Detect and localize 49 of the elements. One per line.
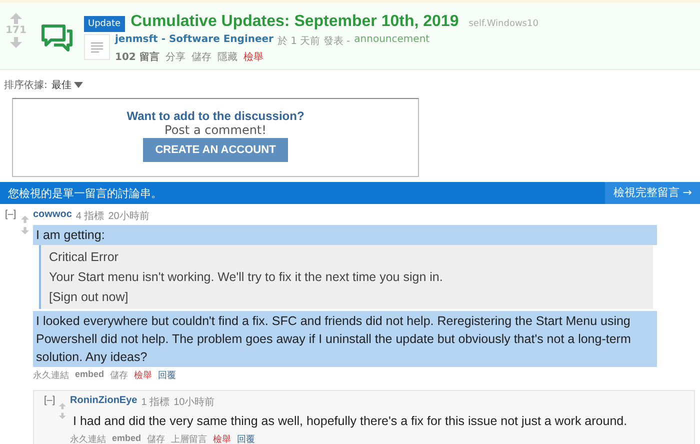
comment-time: 10小時前 — [174, 396, 215, 409]
comment-text: I had and did the very same thing as well, hopefully there's a fix for this issue not just a work around. — [72, 413, 628, 430]
collapse-toggle[interactable]: [–] — [5, 209, 17, 220]
upvote-icon[interactable] — [10, 13, 22, 24]
comment-action-link[interactable]: embed — [75, 369, 104, 382]
comment-action-link[interactable]: 上層留言 — [171, 433, 208, 444]
comment-time: 20小時前 — [108, 210, 150, 223]
post-score: 171 — [6, 25, 26, 36]
comment-action-link[interactable]: 檢舉 — [213, 433, 232, 444]
thread-notice-text: 您檢視的是單一留言的討論串。 — [7, 186, 162, 200]
sort-label: 排序依據: — [4, 78, 48, 92]
post-action-link[interactable]: 隱藏 — [217, 50, 238, 64]
post-author[interactable]: jenmsft - Software Engineer — [115, 34, 274, 48]
signup-heading: Want to add to the discussion? — [126, 109, 304, 123]
post-action-link[interactable]: 分享 — [165, 50, 186, 64]
comment-action-link[interactable]: 回覆 — [237, 433, 256, 444]
chat-bubbles-icon — [40, 23, 74, 53]
comment-action-link[interactable]: 儲存 — [147, 433, 166, 444]
comment-author[interactable]: RoninZionEye — [70, 395, 138, 409]
post-action-link[interactable]: 102 留言 — [115, 50, 160, 64]
comment-text: I am getting: — [33, 225, 657, 245]
comment-action-link[interactable]: embed — [112, 433, 142, 444]
quote-line: Your Start menu isn't working. We'll try to fix it the next time you sign in. — [49, 269, 444, 286]
caret-icon — [74, 82, 84, 88]
text-post-icon — [84, 34, 110, 60]
comment-points: 1 指標 — [141, 396, 170, 409]
quote-line: [Sign out now] — [49, 289, 130, 306]
comment-author[interactable]: cowwoc — [33, 209, 72, 223]
collapse-toggle[interactable]: [–] — [44, 395, 56, 406]
post-action-link[interactable]: 儲存 — [191, 50, 212, 64]
comment-action-link[interactable]: 檢舉 — [134, 369, 152, 382]
quote-line: Critical Error — [49, 249, 120, 266]
post-meta: 於 1 天前 發表 - — [277, 34, 350, 48]
post-domain[interactable]: self.Windows10 — [468, 19, 538, 29]
comment-action-link[interactable]: 儲存 — [110, 369, 128, 382]
comment-action-link[interactable]: 永久連結 — [33, 369, 69, 382]
flair-tag: Update — [84, 16, 125, 32]
post-action-link[interactable]: 檢舉 — [243, 50, 264, 64]
view-all-comments-link[interactable]: 檢視完整留言 → — [605, 182, 700, 204]
comment-points: 4 指標 — [76, 210, 104, 223]
comment-action-link[interactable]: 永久連結 — [70, 433, 106, 444]
post-flair-link[interactable]: announcement — [354, 34, 430, 48]
signup-subheading: Post a comment! — [164, 123, 266, 137]
post-title[interactable]: Cumulative Updates: September 10th, 2019 — [130, 13, 459, 31]
downvote-icon[interactable] — [10, 37, 22, 48]
comment-text: I looked everywhere but couldn't find a fix. SFC and friends did not help. Reregistering the Start Menu using Powershell did not help. The problem goes away if I uninstall the update but obviously that's not a long-term solution. Any ideas? — [33, 311, 657, 367]
sort-dropdown[interactable]: 最佳 — [51, 78, 84, 92]
comment-action-link[interactable]: 回覆 — [158, 369, 176, 382]
create-account-button[interactable]: CREATE AN ACCOUNT — [143, 138, 288, 162]
